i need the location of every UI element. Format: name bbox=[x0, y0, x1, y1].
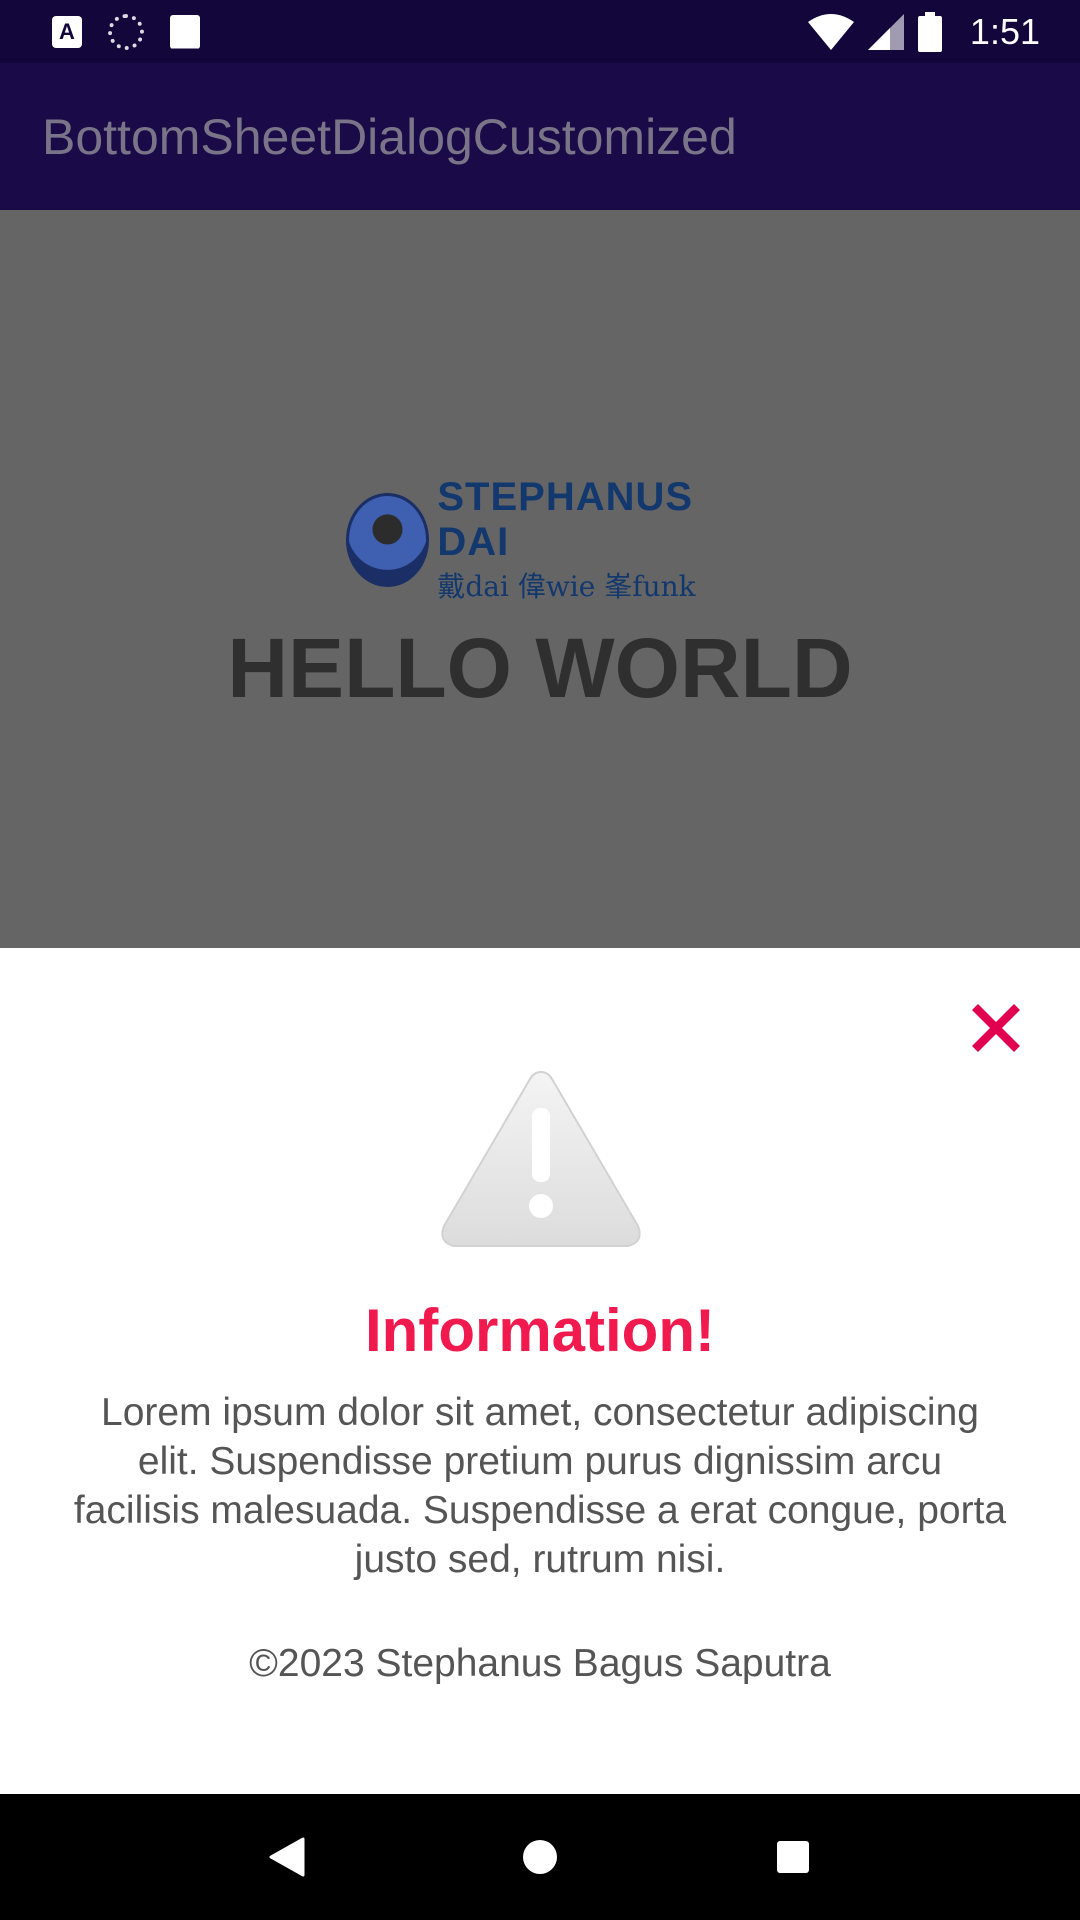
battery-icon bbox=[917, 11, 942, 52]
status-notifications: A bbox=[52, 13, 200, 50]
info-title: Information! bbox=[365, 1297, 715, 1364]
avatar bbox=[346, 493, 430, 587]
warning-icon bbox=[441, 1070, 641, 1247]
recents-icon bbox=[777, 1841, 810, 1873]
sd-card-icon bbox=[170, 14, 200, 49]
signal-icon bbox=[867, 13, 904, 50]
logo: STEPHANUS DAI 戴dai 偉wie 峯funk bbox=[346, 475, 736, 603]
home-icon bbox=[522, 1840, 557, 1874]
wifi-icon bbox=[807, 13, 854, 50]
status-bar: A 1:51 bbox=[0, 0, 1080, 63]
back-button[interactable] bbox=[257, 1827, 317, 1887]
recents-button[interactable] bbox=[763, 1827, 823, 1887]
copyright-text: ©2023 Stephanus Bagus Saputra bbox=[249, 1642, 831, 1685]
hello-heading: HELLO WORLD bbox=[227, 621, 853, 715]
close-button[interactable] bbox=[968, 1000, 1024, 1056]
logo-text: STEPHANUS DAI 戴dai 偉wie 峯funk bbox=[437, 475, 736, 605]
logo-subtitle: 戴dai 偉wie 峯funk bbox=[437, 570, 696, 603]
clock: 1:51 bbox=[969, 10, 1040, 52]
main-content[interactable]: STEPHANUS DAI 戴dai 偉wie 峯funk HELLO WORL… bbox=[0, 210, 1080, 948]
app-title: BottomSheetDialogCustomized bbox=[42, 108, 737, 165]
app-bar: BottomSheetDialogCustomized bbox=[0, 63, 1080, 210]
back-icon bbox=[269, 1837, 305, 1877]
home-button[interactable] bbox=[510, 1827, 570, 1887]
status-system: 1:51 bbox=[807, 10, 1040, 53]
info-message: Lorem ipsum dolor sit amet, consectetur … bbox=[73, 1391, 1007, 1581]
accessibility-icon: A bbox=[52, 15, 82, 48]
loader-icon bbox=[108, 13, 144, 50]
logo-name: STEPHANUS DAI bbox=[437, 475, 694, 564]
close-icon bbox=[972, 1004, 1020, 1052]
navigation-bar bbox=[0, 1794, 1080, 1920]
